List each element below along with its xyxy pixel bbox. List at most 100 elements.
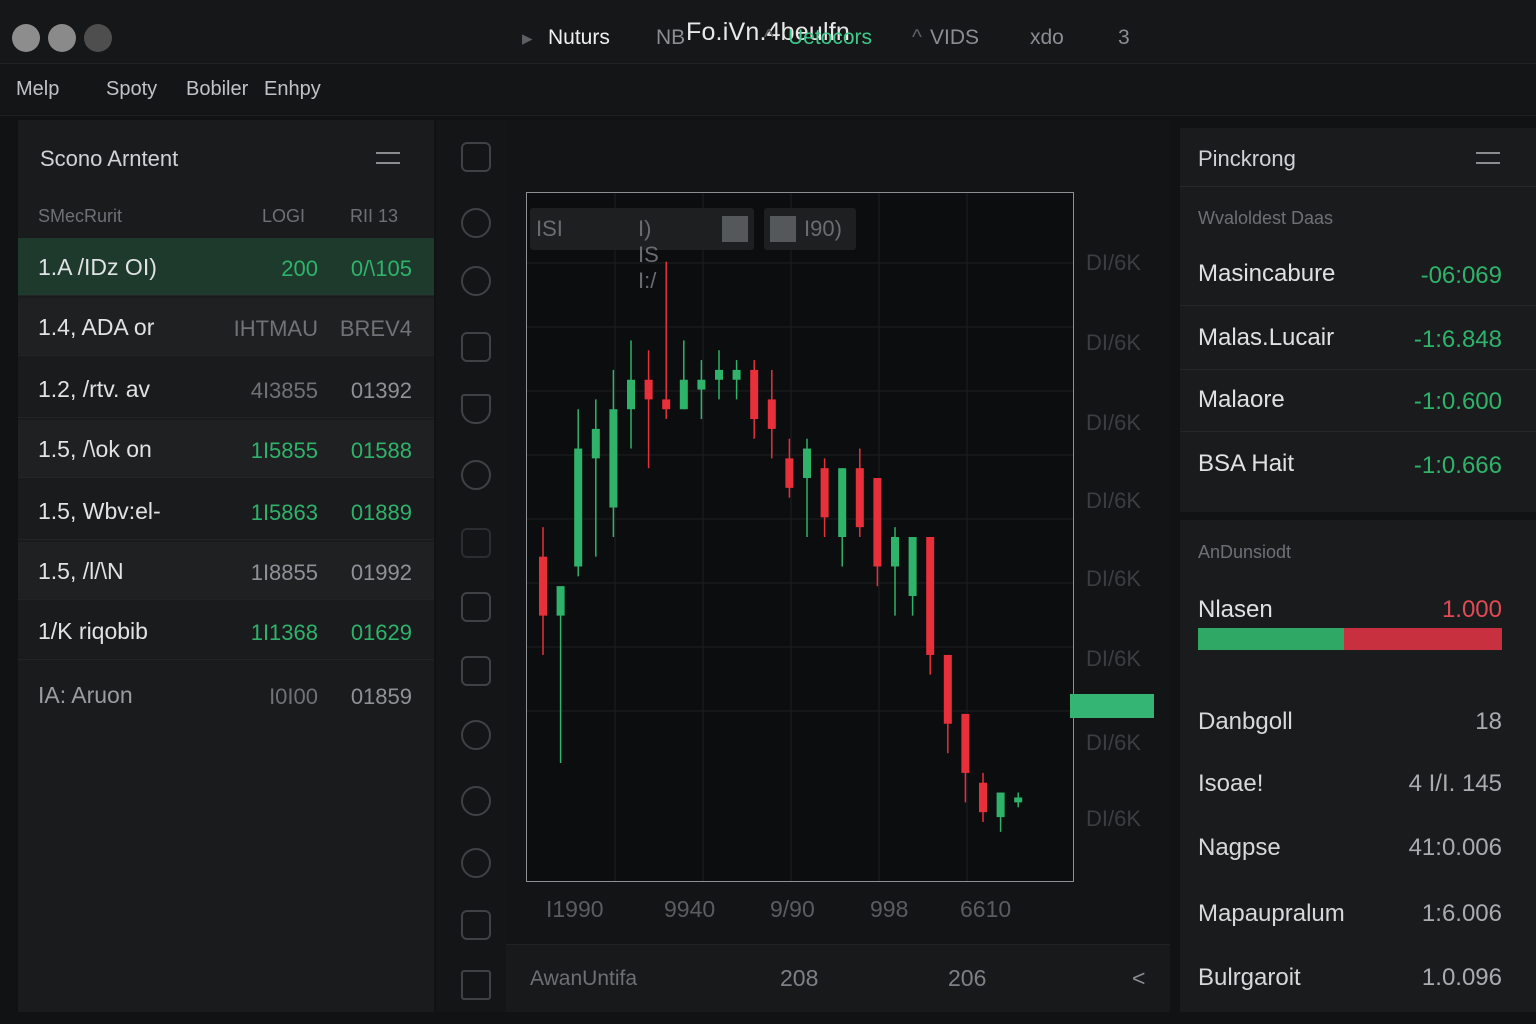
row-symbol: IA: Aruon bbox=[38, 682, 133, 708]
home-tool-icon[interactable] bbox=[461, 970, 491, 1000]
order-row-value: 4 I/I. 145 bbox=[1408, 770, 1502, 797]
watchlist-header-last: LOGI bbox=[262, 206, 306, 226]
pricing-panel: Pinckrong Wvaloldest Daas Masincabure -0… bbox=[1180, 128, 1536, 512]
candle[interactable] bbox=[539, 527, 547, 655]
order-row[interactable]: Nagpse 41:0.006 bbox=[1180, 816, 1536, 880]
watchlist-row[interactable]: 1.5, Wbv:el- 1I5863 01889 bbox=[18, 482, 434, 540]
candle[interactable] bbox=[715, 350, 723, 400]
row-change: 01859 bbox=[350, 684, 412, 709]
y-axis-label: DI/6K bbox=[1086, 730, 1142, 755]
row-symbol: 1/K riqobib bbox=[38, 618, 148, 644]
candle[interactable] bbox=[627, 340, 635, 449]
candle-body bbox=[961, 713, 970, 773]
watchlist-row[interactable]: 1.2, /rtv. av 4I3855 01392 bbox=[18, 360, 434, 418]
clock-tool-icon[interactable] bbox=[461, 266, 491, 296]
watchlist-row[interactable]: 1.4, ADA or IHTMAU BREV4 bbox=[18, 298, 434, 356]
candle[interactable] bbox=[908, 537, 917, 616]
magnet-tool-icon[interactable] bbox=[461, 208, 491, 238]
watchlist-row[interactable]: 1/K riqobib 1I1368 01629 bbox=[18, 602, 434, 660]
pricing-row[interactable]: BSA Hait -1:0.666 bbox=[1180, 434, 1536, 496]
candle[interactable] bbox=[591, 399, 600, 557]
candle-body bbox=[679, 379, 688, 410]
tab-xdo[interactable]: xdo bbox=[1030, 26, 1064, 50]
tab-secondary[interactable]: NB bbox=[656, 26, 685, 50]
candle[interactable] bbox=[820, 458, 829, 537]
candle[interactable] bbox=[803, 438, 811, 537]
row-symbol: 1.5, Wbv:el- bbox=[38, 498, 161, 524]
menu-item-1[interactable]: Melp bbox=[16, 78, 59, 101]
row-change: 01992 bbox=[350, 560, 412, 585]
candle[interactable] bbox=[873, 478, 882, 587]
candle[interactable] bbox=[943, 654, 952, 754]
shield-tool-icon[interactable] bbox=[461, 394, 491, 424]
watchlist-row[interactable]: 1.5, /\ok on 1I5855 01588 bbox=[18, 420, 434, 478]
row-change: 01392 bbox=[350, 378, 412, 403]
candle[interactable] bbox=[961, 713, 970, 803]
pricing-row[interactable]: Masincabure -06:069 bbox=[1180, 244, 1536, 306]
menu-item-4[interactable]: Enhpy bbox=[264, 78, 321, 101]
order-row[interactable]: Bulrgaroit 1.0.096 bbox=[1180, 946, 1536, 1010]
pricing-menu-icon[interactable] bbox=[1476, 152, 1500, 164]
candle[interactable] bbox=[996, 792, 1005, 832]
candle[interactable] bbox=[838, 468, 847, 567]
watchlist-row[interactable]: 1.A /IDz OI) 200 0/\105 bbox=[18, 238, 434, 296]
menu-item-2[interactable]: Spoty bbox=[106, 78, 157, 101]
watchlist-row[interactable]: IA: Aruon I0I00 01859 bbox=[18, 666, 434, 724]
candle[interactable] bbox=[855, 448, 864, 537]
order-row[interactable]: Isoae! 4 I/I. 145 bbox=[1180, 752, 1536, 816]
menu-bar: Melp Spoty Bobiler Enhpy bbox=[0, 64, 1536, 116]
candle[interactable] bbox=[1014, 792, 1023, 808]
candle[interactable] bbox=[785, 438, 794, 498]
candle[interactable] bbox=[697, 360, 706, 420]
candle-body bbox=[943, 654, 952, 724]
candle[interactable] bbox=[767, 369, 776, 459]
save-tool-icon[interactable] bbox=[461, 910, 491, 940]
candle[interactable] bbox=[979, 772, 987, 823]
pricing-row[interactable]: Malas.Lucair -1:6.848 bbox=[1180, 308, 1536, 370]
candle[interactable] bbox=[679, 340, 688, 410]
style-swatch-icon bbox=[770, 216, 796, 242]
row-price: I0I00 bbox=[269, 684, 318, 709]
candle[interactable] bbox=[644, 350, 653, 469]
tab-vids[interactable]: VIDS bbox=[930, 26, 979, 50]
candle[interactable] bbox=[609, 369, 618, 537]
candle-body bbox=[855, 468, 864, 528]
candlestick-plot[interactable] bbox=[526, 192, 1074, 882]
pricing-row[interactable]: Malaore -1:0.600 bbox=[1180, 370, 1536, 432]
order-row[interactable]: Danbgoll 18 bbox=[1180, 690, 1536, 754]
row-change: 01889 bbox=[350, 500, 412, 525]
circle-tool-icon[interactable] bbox=[461, 460, 491, 490]
tab-indicators[interactable]: Uetocors bbox=[788, 26, 872, 50]
candle[interactable] bbox=[926, 537, 935, 675]
candle[interactable] bbox=[662, 261, 671, 420]
brush-tool-icon[interactable] bbox=[461, 528, 491, 558]
candle[interactable] bbox=[556, 586, 565, 764]
pricing-row-label: Malaore bbox=[1198, 386, 1285, 413]
emoji-tool-icon[interactable] bbox=[461, 720, 491, 750]
order-row[interactable]: Mapaupralum 1:6.006 bbox=[1180, 882, 1536, 946]
order-row-value: 18 bbox=[1475, 708, 1502, 735]
watchlist-menu-icon[interactable] bbox=[376, 152, 400, 164]
text-tool-icon[interactable] bbox=[461, 656, 491, 686]
color-swatch-icon[interactable] bbox=[722, 216, 748, 242]
candle[interactable] bbox=[732, 360, 741, 400]
candle[interactable] bbox=[891, 527, 899, 616]
settings-tool-icon[interactable] bbox=[461, 786, 491, 816]
watchlist-row[interactable]: 1.5, /l/\N 1I8855 01992 bbox=[18, 542, 434, 600]
order-row-label: Bulrgaroit bbox=[1198, 964, 1301, 991]
target-tool-icon[interactable] bbox=[461, 848, 491, 878]
candle[interactable] bbox=[574, 409, 583, 577]
order-row-label: Danbgoll bbox=[1198, 708, 1293, 735]
crosshair-tool-icon[interactable] bbox=[461, 142, 491, 172]
collapse-arrow-icon[interactable]: < bbox=[1132, 965, 1145, 992]
trendline-tool-icon[interactable] bbox=[461, 332, 491, 362]
menu-item-3[interactable]: Bobiler bbox=[186, 78, 248, 101]
order-row-value: 1:6.006 bbox=[1421, 900, 1502, 927]
tab-extra[interactable]: 3 bbox=[1118, 26, 1130, 50]
candle[interactable] bbox=[750, 360, 759, 439]
balance-label: Nlasen bbox=[1198, 596, 1273, 623]
candle-body bbox=[715, 369, 723, 380]
candle-body bbox=[697, 379, 706, 390]
measure-tool-icon[interactable] bbox=[461, 592, 491, 622]
tab-main[interactable]: Nuturs bbox=[548, 26, 610, 50]
